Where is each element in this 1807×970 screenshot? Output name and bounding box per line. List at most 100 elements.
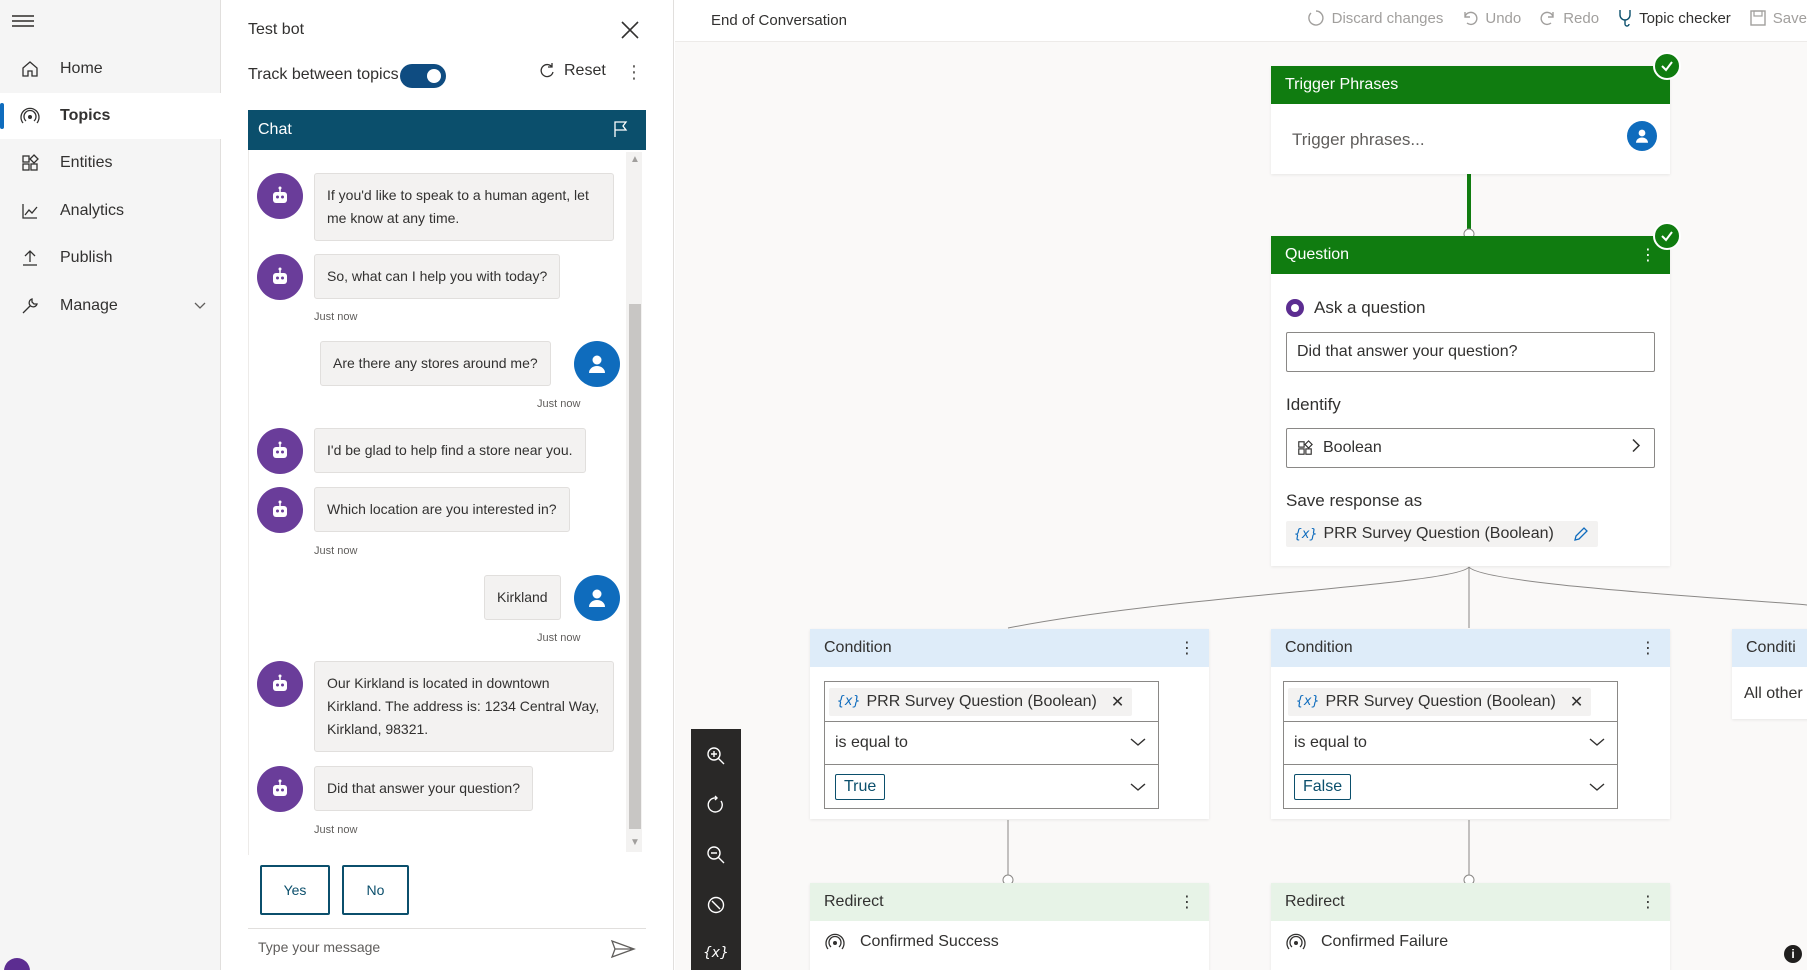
save-response-variable[interactable]: {x} PRR Survey Question (Boolean) [1286,521,1598,547]
flag-icon[interactable] [612,120,630,143]
timestamp: Just now [537,398,581,410]
condition-value-dropdown[interactable]: True [825,765,1158,808]
more-options-icon[interactable]: ⋮ [1640,245,1656,265]
reset-view-icon[interactable] [703,792,729,818]
chat-header: Chat [248,110,646,150]
wrench-icon [0,297,60,315]
condition-expression: {x} PRR Survey Question (Boolean) ✕ is e… [824,681,1159,809]
user-message: Are there any stores around me? [320,341,551,386]
authoring-canvas[interactable]: End of Conversation Discard changes Undo… [675,0,1807,970]
nav-label: Manage [60,297,118,314]
condition-operator-dropdown[interactable]: is equal to [1284,722,1617,765]
condition-node-true[interactable]: Condition ⋮ {x} PRR Survey Question (Boo… [810,629,1209,819]
question-type-icon [1286,299,1304,317]
condition-variable-row[interactable]: {x} PRR Survey Question (Boolean) ✕ [825,682,1158,722]
condition-node-other[interactable]: Conditi All other [1732,629,1807,719]
user-avatar-icon [574,575,620,621]
condition-node-header: Condition ⋮ [810,629,1209,667]
message-input[interactable] [258,939,588,955]
zoom-out-icon[interactable] [703,842,729,868]
bot-message: If you'd like to speak to a human agent,… [314,173,614,241]
track-topics-label: Track between topics [248,66,399,83]
reset-button[interactable]: Reset [538,62,606,80]
chat-transcript[interactable]: If you'd like to speak to a human agent,… [248,150,646,855]
redirect-node-success[interactable]: Redirect ⋮ Confirmed Success [810,883,1209,970]
chat-scrollbar[interactable]: ▲ ▼ [626,152,642,852]
topic-icon [1286,933,1306,950]
pencil-icon[interactable] [1572,525,1590,543]
bot-message: Our Kirkland is located in downtown Kirk… [314,661,614,752]
close-icon[interactable] [618,18,642,42]
node-title: Redirect [1285,893,1345,910]
trigger-phrases-placeholder[interactable]: Trigger phrases... [1292,130,1425,150]
node-title: Conditi [1746,639,1796,656]
user-avatar[interactable] [4,958,30,970]
nav-label: Publish [60,249,113,266]
message-composer [248,928,646,970]
redirect-node-failure[interactable]: Redirect ⋮ Confirmed Failure [1271,883,1670,970]
more-options-icon[interactable]: ⋮ [1640,638,1656,658]
nav-item-entities[interactable]: Entities [0,140,221,186]
more-options-icon[interactable]: ⋮ [625,62,643,83]
bot-avatar-icon [257,428,303,474]
ask-question-label: Ask a question [1314,298,1426,317]
bot-avatar-icon [257,661,303,707]
user-message: Kirkland [484,575,561,620]
nav-label: Home [60,60,103,77]
condition-node-false[interactable]: Condition ⋮ {x} PRR Survey Question (Boo… [1271,629,1670,819]
identify-value: Boolean [1323,439,1382,456]
redirect-target[interactable]: Confirmed Success [824,933,999,951]
topics-icon [0,107,60,125]
trigger-node[interactable]: Trigger Phrases Trigger phrases... [1271,66,1670,174]
home-icon [0,60,60,78]
fit-to-screen-icon[interactable] [703,892,729,918]
nav-label: Entities [60,154,113,171]
zoom-in-icon[interactable] [703,743,729,769]
more-options-icon[interactable]: ⋮ [1179,892,1195,912]
question-node[interactable]: Question ⋮ Ask a question Did that answe… [1271,236,1670,566]
track-topics-toggle[interactable] [400,64,446,88]
info-icon[interactable]: i [1784,945,1802,963]
bot-message: Which location are you interested in? [314,487,570,532]
condition-expression: {x} PRR Survey Question (Boolean) ✕ is e… [1283,681,1618,809]
condition-variable-row[interactable]: {x} PRR Survey Question (Boolean) ✕ [1284,682,1617,722]
remove-icon[interactable]: ✕ [1111,692,1124,712]
nav-item-manage[interactable]: Manage [0,283,221,329]
bot-message: Did that answer your question? [314,766,533,811]
nav-item-publish[interactable]: Publish [0,235,221,281]
save-response-label: Save response as [1286,491,1423,510]
scroll-down-icon[interactable]: ▼ [629,837,641,849]
person-icon[interactable] [1627,121,1657,151]
identify-label: Identify [1286,395,1341,414]
redirect-target[interactable]: Confirmed Failure [1285,933,1448,951]
scroll-thumb[interactable] [629,304,641,829]
condition-node-header: Conditi [1732,629,1807,667]
choice-no-button[interactable]: No [342,865,409,915]
more-options-icon[interactable]: ⋮ [1179,638,1195,658]
operator-value: is equal to [835,734,908,751]
nav-item-analytics[interactable]: Analytics [0,188,221,234]
remove-icon[interactable]: ✕ [1570,692,1583,712]
redirect-target-name: Confirmed Success [860,933,999,950]
operator-value: is equal to [1294,734,1367,751]
more-options-icon[interactable]: ⋮ [1640,892,1656,912]
chevron-down-icon [1589,779,1605,795]
variables-icon[interactable]: {x} [703,940,729,966]
hamburger-menu-icon[interactable] [12,12,34,30]
choice-yes-button[interactable]: Yes [260,865,330,915]
refresh-icon [540,63,554,78]
identify-selector[interactable]: Boolean [1286,428,1655,468]
chevron-down-icon[interactable] [193,298,207,315]
question-prompt-field[interactable]: Did that answer your question? [1286,332,1655,372]
nav-item-home[interactable]: Home [0,46,221,92]
send-icon[interactable] [610,939,636,962]
timestamp: Just now [314,311,358,323]
condition-value-dropdown[interactable]: False [1284,765,1617,808]
condition-operator-dropdown[interactable]: is equal to [825,722,1158,765]
ask-question-row: Ask a question [1286,298,1426,318]
redirect-target-name: Confirmed Failure [1321,933,1449,950]
entities-icon [0,154,60,172]
scroll-up-icon[interactable]: ▲ [629,154,641,166]
bot-avatar-icon [257,766,303,812]
nav-item-topics[interactable]: Topics [0,93,221,139]
